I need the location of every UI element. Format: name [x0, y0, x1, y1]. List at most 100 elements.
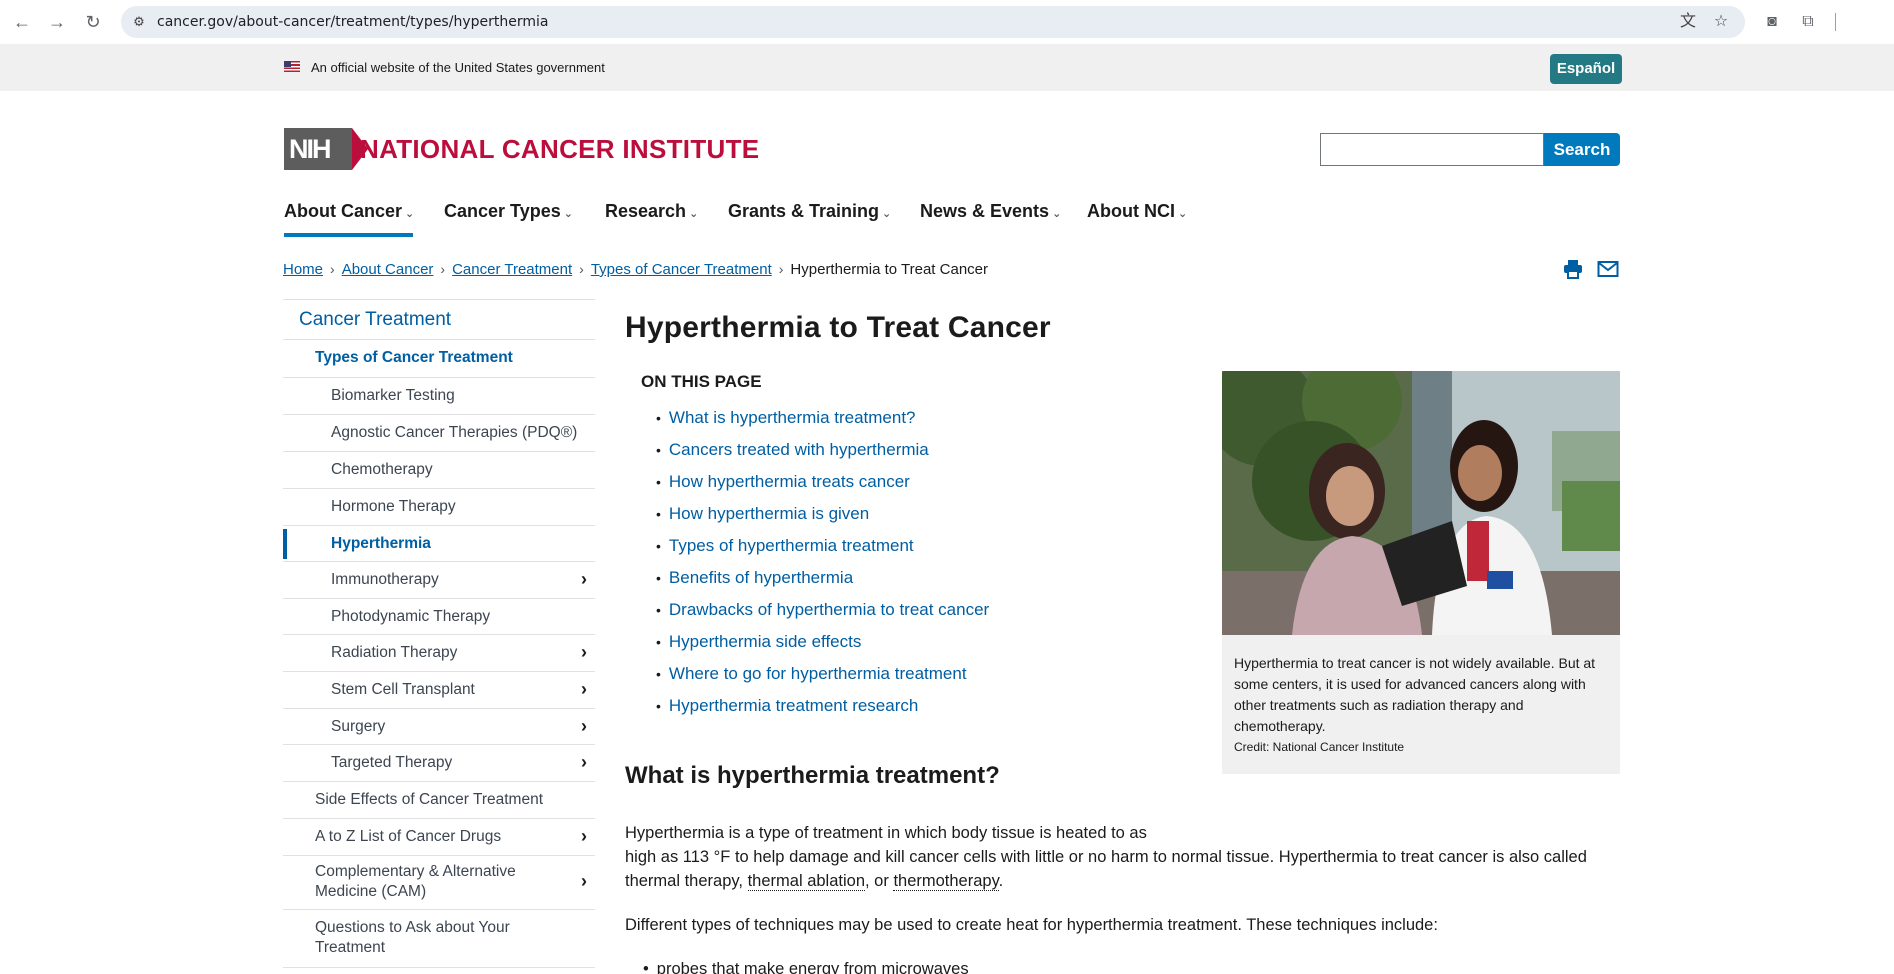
sidebar-item-label: Complementary & Alternative Medicine (CA… [315, 863, 516, 900]
nav-grants-training[interactable]: Grants & Training ⌄ [728, 201, 891, 222]
sidebar-title[interactable]: Cancer Treatment [283, 299, 595, 340]
on-this-page-link[interactable]: • Hyperthermia treatment research [656, 696, 918, 716]
chevron-down-icon: ⌄ [689, 208, 699, 220]
sidebar-item-photodynamic[interactable]: Photodynamic Therapy [283, 599, 595, 635]
on-this-page-link[interactable]: • Cancers treated with hyperthermia [656, 440, 929, 460]
sidebar-item-types-of-treatment[interactable]: Types of Cancer Treatment [283, 340, 595, 378]
bullet-icon: • [656, 570, 661, 586]
nav-active-indicator [284, 233, 413, 237]
on-this-page-link[interactable]: • Where to go for hyperthermia treatment [656, 664, 967, 684]
list-item-text: probes that make energy from microwaves [656, 960, 969, 974]
on-this-page-link[interactable]: • Hyperthermia side effects [656, 632, 861, 652]
glossary-term-thermotherapy[interactable]: thermotherapy [893, 872, 999, 891]
sidebar-title-label: Cancer Treatment [299, 309, 452, 330]
breadcrumb-current: Hyperthermia to Treat Cancer [790, 261, 988, 278]
breadcrumb-about-cancer[interactable]: About Cancer [342, 261, 434, 278]
nav-about-cancer[interactable]: About Cancer ⌄ [284, 201, 414, 222]
sidebar-item-radiation[interactable]: Radiation Therapy › [283, 635, 595, 672]
bullet-icon: • [656, 538, 661, 554]
breadcrumb-home[interactable]: Home [283, 261, 323, 278]
chevron-right-icon[interactable]: › [581, 752, 587, 773]
caption-credit: Credit: National Cancer Institute [1234, 740, 1405, 754]
sidebar-item-stem-cell[interactable]: Stem Cell Transplant › [283, 672, 595, 709]
sidebar-item-hormone-therapy[interactable]: Hormone Therapy [283, 489, 595, 526]
site-title[interactable]: NATIONAL CANCER INSTITUTE [360, 134, 759, 165]
on-this-page-link[interactable]: • Types of hyperthermia treatment [656, 536, 914, 556]
email-icon[interactable] [1597, 259, 1619, 279]
forward-icon[interactable]: → [46, 11, 68, 33]
nav-label: About NCI [1087, 201, 1175, 221]
paragraph-line: Hyperthermia is a type of treatment in w… [625, 824, 1147, 842]
link-text: How hyperthermia treats cancer [668, 472, 910, 491]
glossary-term-thermal-ablation[interactable]: thermal ablation [747, 872, 865, 891]
on-this-page-link[interactable]: • Benefits of hyperthermia [656, 568, 853, 588]
camera-icon[interactable]: ◙ [1761, 11, 1783, 33]
chevron-right-icon[interactable]: › [581, 871, 587, 892]
sidebar-item-side-effects[interactable]: Side Effects of Cancer Treatment [283, 782, 595, 819]
chevron-down-icon: ⌄ [405, 208, 415, 220]
nav-cancer-types[interactable]: Cancer Types ⌄ [444, 201, 573, 222]
sidebar-item-label: A to Z List of Cancer Drugs [315, 828, 502, 845]
nav-label: Grants & Training [728, 201, 880, 221]
translate-icon[interactable]: 文 [1679, 13, 1697, 31]
print-icon[interactable] [1563, 259, 1583, 279]
search-input[interactable] [1320, 133, 1544, 166]
link-text: How hyperthermia is given [668, 504, 870, 523]
sidebar-item-immunotherapy[interactable]: Immunotherapy › [283, 562, 595, 599]
on-this-page-link[interactable]: • Drawbacks of hyperthermia to treat canc… [656, 600, 989, 620]
sidebar-item-chemotherapy[interactable]: Chemotherapy [283, 452, 595, 489]
sidebar-item-label: Biomarker Testing [331, 387, 455, 404]
search-button[interactable]: Search [1544, 133, 1620, 166]
paragraph-line: high as 113 °F to help damage and kill c… [625, 848, 1587, 866]
chevron-right-icon[interactable]: › [581, 642, 587, 663]
nav-news-events[interactable]: News & Events ⌄ [920, 201, 1061, 222]
bookmark-star-icon[interactable]: ☆ [1712, 13, 1730, 31]
us-flag-icon [284, 61, 300, 72]
on-this-page-link[interactable]: • How hyperthermia is given [656, 504, 869, 524]
extensions-icon[interactable]: ⧉ [1797, 11, 1819, 33]
nav-about-nci[interactable]: About NCI ⌄ [1087, 201, 1187, 222]
espanol-button[interactable]: Español [1550, 54, 1622, 84]
sidebar-item-surgery[interactable]: Surgery › [283, 709, 595, 745]
back-icon[interactable]: ← [11, 11, 33, 33]
bullet-icon: • [656, 602, 661, 618]
bullet-icon: • [656, 474, 661, 490]
chevron-right-icon[interactable]: › [581, 569, 587, 590]
address-bar[interactable]: ⚙ cancer.gov/about-cancer/treatment/type… [121, 6, 1745, 38]
chevron-right-icon[interactable]: › [581, 826, 587, 847]
on-this-page-title: ON THIS PAGE [641, 372, 762, 391]
sidebar-item-targeted[interactable]: Targeted Therapy › [283, 745, 595, 782]
sidebar-item-label: Side Effects of Cancer Treatment [315, 791, 544, 808]
nav-label: Research [605, 201, 687, 221]
breadcrumb-types[interactable]: Types of Cancer Treatment [591, 261, 772, 278]
on-this-page-link[interactable]: • How hyperthermia treats cancer [656, 472, 910, 492]
link-text: Drawbacks of hyperthermia to treat cance… [668, 600, 990, 619]
bullet-icon: • [656, 698, 661, 714]
active-indicator [283, 529, 287, 559]
sidebar-item-label: Surgery [331, 718, 386, 735]
link-text: Types of hyperthermia treatment [668, 536, 914, 555]
chevron-right-icon: › [579, 261, 584, 277]
sidebar-item-cam[interactable]: Complementary & Alternative Medicine (CA… [283, 856, 595, 910]
chevron-right-icon[interactable]: › [581, 679, 587, 700]
breadcrumb-cancer-treatment[interactable]: Cancer Treatment [452, 261, 572, 278]
nav-research[interactable]: Research ⌄ [605, 201, 698, 222]
sidebar-item-agnostic[interactable]: Agnostic Cancer Therapies (PDQ®) [283, 415, 595, 452]
chevron-right-icon[interactable]: › [581, 716, 587, 737]
on-this-page-link[interactable]: • What is hyperthermia treatment? [656, 408, 916, 428]
sidebar-item-hyperthermia[interactable]: Hyperthermia [283, 526, 595, 562]
nih-logo[interactable]: NIH [284, 128, 368, 170]
reload-icon[interactable]: ↻ [82, 11, 104, 33]
sidebar-item-a-to-z[interactable]: A to Z List of Cancer Drugs › [283, 819, 595, 856]
paragraph: Different types of techniques may be use… [625, 916, 1438, 934]
bullet-icon: • [643, 960, 649, 974]
site-settings-icon[interactable]: ⚙ [130, 13, 148, 31]
nav-label: News & Events [920, 201, 1050, 221]
sidebar-item-biomarker-testing[interactable]: Biomarker Testing [283, 378, 595, 415]
sidebar-item-label: Chemotherapy [331, 461, 433, 478]
sidebar-item-label: Stem Cell Transplant [331, 681, 475, 698]
sidebar-item-questions[interactable]: Questions to Ask about Your Treatment [283, 910, 595, 968]
list-item: • probes that make energy from microwaves [643, 957, 969, 974]
url-text[interactable]: cancer.gov/about-cancer/treatment/types/… [157, 14, 548, 30]
link-text: Where to go for hyperthermia treatment [668, 664, 967, 683]
